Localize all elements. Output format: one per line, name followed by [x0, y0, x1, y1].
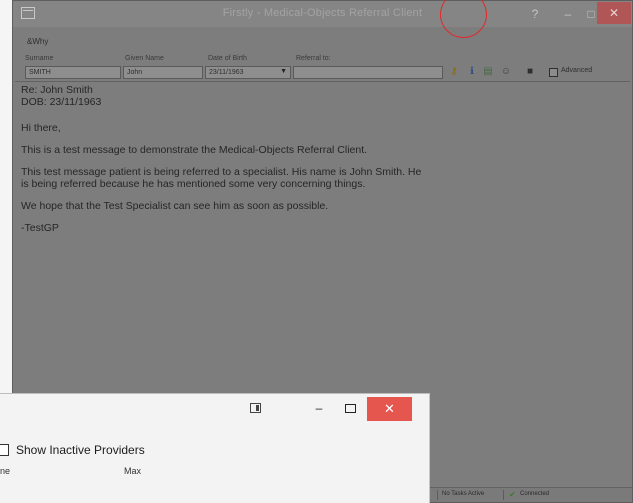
column-header-max: Max: [124, 466, 142, 476]
minimize-button[interactable]: –: [558, 1, 578, 27]
info-icon[interactable]: ℹ: [465, 65, 479, 79]
dialog-title-bar[interactable]: – ✕: [0, 394, 429, 424]
show-inactive-label: Show Inactive Providers: [16, 443, 145, 457]
chevron-down-icon: ▼: [280, 68, 287, 75]
given-name-label: Given Name: [125, 55, 164, 62]
message-line: Re: John Smith: [21, 84, 93, 96]
menu-why[interactable]: &Why: [27, 37, 48, 46]
given-name-input[interactable]: John: [123, 66, 203, 79]
message-line: DOB: 23/11/1963: [21, 96, 102, 108]
dob-dropdown[interactable]: 23/11/1963 ▼: [205, 66, 291, 79]
dialog-close-button[interactable]: ✕: [367, 397, 412, 421]
surname-label: Surname: [25, 55, 54, 62]
message-line: Hi there,: [21, 122, 61, 134]
printer-icon[interactable]: ■: [523, 65, 537, 79]
close-button[interactable]: ✕: [597, 2, 631, 24]
main-title-bar[interactable]: Firstly - Medical-Objects Referral Clien…: [13, 1, 632, 27]
people-icon[interactable]: ☺: [499, 65, 513, 79]
connection-icon: ✔: [509, 490, 516, 499]
status-divider: [437, 490, 438, 500]
dob-value: 23/11/1963: [209, 69, 244, 76]
referral-input[interactable]: [293, 66, 443, 79]
status-tasks: No Tasks Active: [442, 491, 485, 497]
advanced-label: Advanced: [561, 67, 593, 74]
status-divider: [503, 490, 504, 500]
show-inactive-checkbox[interactable]: [0, 444, 9, 456]
dialog-maximize-button[interactable]: [345, 404, 356, 413]
providers-dialog: – ✕ Show Inactive Providers ne Max: [0, 393, 430, 503]
document-icon[interactable]: ▤: [481, 65, 495, 79]
dob-label: Date of Birth: [208, 55, 247, 62]
help-icon[interactable]: ?: [525, 1, 545, 27]
key-icon[interactable]: ⚷: [447, 65, 461, 79]
column-header: ne: [0, 466, 11, 476]
window-snap-icon[interactable]: [250, 403, 261, 413]
advanced-checkbox[interactable]: [549, 68, 558, 77]
dialog-minimize-button[interactable]: –: [313, 401, 325, 415]
message-body[interactable]: Re: John Smith DOB: 23/11/1963 Hi there,…: [21, 84, 581, 244]
toolbar-separator: [15, 81, 630, 82]
surname-input[interactable]: SMITH: [25, 66, 121, 79]
message-line: This test message patient is being refer…: [21, 166, 422, 178]
message-line: -TestGP: [21, 222, 59, 234]
referral-label: Referral to:: [296, 55, 331, 62]
message-line: is being referred because he has mention…: [21, 178, 366, 190]
message-line: This is a test message to demonstrate th…: [21, 144, 368, 156]
status-connection: Connected: [520, 491, 550, 497]
message-line: We hope that the Test Specialist can see…: [21, 200, 329, 212]
